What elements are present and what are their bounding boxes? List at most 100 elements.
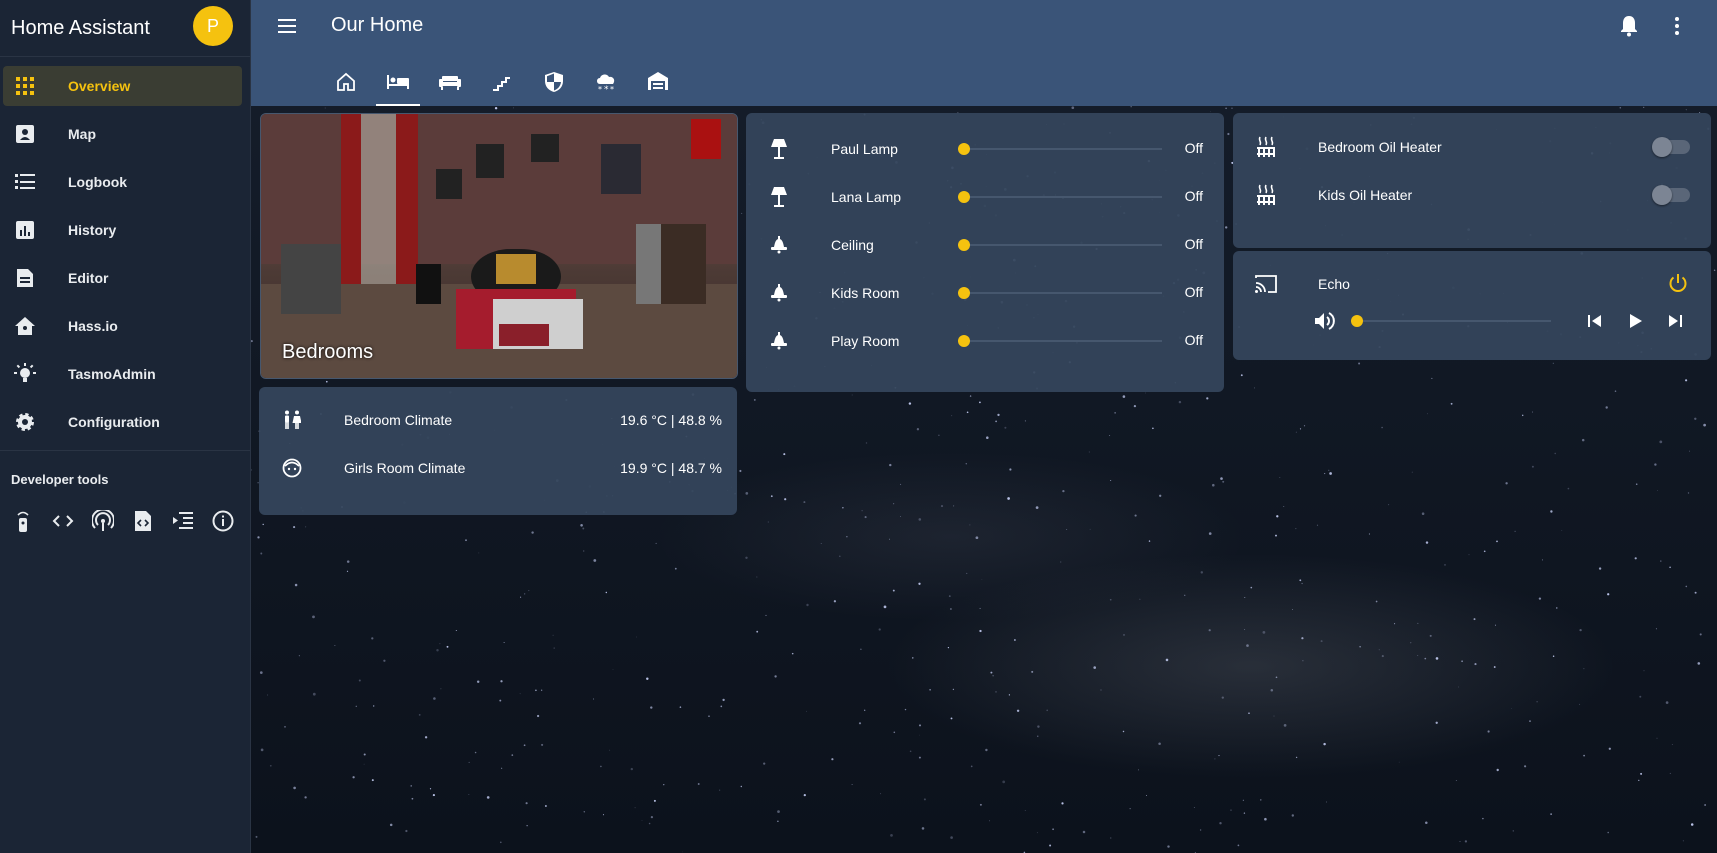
light-name: Lana Lamp bbox=[831, 189, 902, 205]
light-row[interactable]: Paul Lamp Off bbox=[767, 137, 1203, 161]
template-icon[interactable] bbox=[171, 509, 195, 533]
climate-card: Bedroom Climate 19.6 °C | 48.8 % Girls R… bbox=[259, 387, 737, 515]
garage-icon bbox=[647, 71, 669, 96]
brightness-slider-knob[interactable] bbox=[958, 287, 970, 299]
brightness-slider-knob[interactable] bbox=[958, 191, 970, 203]
stairs-icon bbox=[491, 71, 513, 98]
ceiling-light-icon bbox=[767, 233, 791, 257]
sidebar-item-label: Editor bbox=[68, 270, 109, 286]
power-icon[interactable] bbox=[1667, 272, 1689, 299]
sidebar-item-label: Configuration bbox=[68, 414, 160, 430]
svg-text:*: * bbox=[598, 85, 602, 93]
volume-icon[interactable] bbox=[1313, 310, 1335, 337]
media-header-row[interactable]: Echo bbox=[1254, 272, 1690, 296]
heaters-card: Bedroom Oil Heater Kids Oil Heater bbox=[1233, 113, 1711, 248]
tab-weather[interactable]: * * * bbox=[580, 60, 632, 106]
lightbulb-icon bbox=[13, 362, 37, 386]
media-player-card: Echo bbox=[1233, 251, 1711, 360]
more-options-icon[interactable] bbox=[1665, 14, 1689, 38]
sidebar-item-history[interactable]: History bbox=[3, 210, 242, 250]
face-icon bbox=[280, 456, 304, 480]
sofa-icon bbox=[438, 71, 462, 96]
map-pin-icon bbox=[13, 122, 37, 146]
brightness-slider[interactable] bbox=[964, 340, 1162, 342]
avatar[interactable]: P bbox=[193, 6, 233, 46]
light-row[interactable]: Kids Room Off bbox=[767, 281, 1203, 305]
climate-value: 19.6 °C | 48.8 % bbox=[620, 412, 722, 428]
brightness-slider-knob[interactable] bbox=[958, 335, 970, 347]
light-row[interactable]: Lana Lamp Off bbox=[767, 185, 1203, 209]
tab-bedroom[interactable] bbox=[372, 60, 424, 106]
sidebar-item-tasmoadmin[interactable]: TasmoAdmin bbox=[3, 354, 242, 394]
tab-garage[interactable] bbox=[632, 60, 684, 106]
human-male-female-icon bbox=[280, 408, 304, 432]
brightness-slider[interactable] bbox=[964, 244, 1162, 246]
climate-name: Girls Room Climate bbox=[344, 460, 466, 476]
cast-icon bbox=[1254, 272, 1278, 296]
tab-stairs[interactable] bbox=[476, 60, 528, 106]
light-row[interactable]: Play Room Off bbox=[767, 329, 1203, 353]
ceiling-light-icon bbox=[767, 281, 791, 305]
shield-icon bbox=[544, 71, 564, 98]
brightness-slider[interactable] bbox=[964, 196, 1162, 198]
dashboard-view: Bedrooms Bedroom Climate 19.6 °C | 48.8 … bbox=[251, 106, 1717, 853]
ceiling-light-icon bbox=[767, 329, 791, 353]
tab-security[interactable] bbox=[528, 60, 580, 106]
remote-icon[interactable] bbox=[11, 509, 35, 533]
brightness-slider-knob[interactable] bbox=[958, 143, 970, 155]
file-code-icon[interactable] bbox=[131, 509, 155, 533]
list-icon bbox=[13, 170, 37, 194]
tab-living-room[interactable] bbox=[424, 60, 476, 106]
menu-icon[interactable] bbox=[275, 14, 299, 38]
heater-toggle[interactable] bbox=[1652, 137, 1690, 157]
volume-slider[interactable] bbox=[1357, 320, 1551, 322]
broadcast-icon[interactable] bbox=[91, 509, 115, 533]
tab-home[interactable] bbox=[320, 60, 372, 106]
page-title: Our Home bbox=[331, 14, 424, 36]
info-icon[interactable] bbox=[211, 509, 235, 533]
brightness-slider[interactable] bbox=[964, 292, 1162, 294]
lights-card: Paul Lamp Off Lana Lamp Off Ceiling Off Kids R… bbox=[746, 113, 1224, 392]
sidebar-item-configuration[interactable]: Configuration bbox=[3, 402, 242, 442]
view-tabs: * * * bbox=[320, 60, 684, 106]
climate-row[interactable]: Bedroom Climate 19.6 °C | 48.8 % bbox=[280, 408, 722, 432]
heater-row[interactable]: Bedroom Oil Heater bbox=[1254, 135, 1690, 159]
app-header: Our Home * * * bbox=[251, 0, 1717, 106]
climate-row[interactable]: Girls Room Climate 19.9 °C | 48.7 % bbox=[280, 456, 722, 480]
sidebar-item-map[interactable]: Map bbox=[3, 114, 242, 154]
home-assistant-icon bbox=[13, 314, 37, 338]
picture-card-bedrooms[interactable]: Bedrooms bbox=[260, 113, 738, 379]
notifications-bell-icon[interactable] bbox=[1617, 14, 1641, 38]
app-title: Home Assistant bbox=[11, 16, 150, 39]
light-state: Off bbox=[1184, 332, 1203, 348]
code-icon[interactable] bbox=[51, 509, 75, 533]
light-name: Kids Room bbox=[831, 285, 900, 301]
sidebar-item-editor[interactable]: Editor bbox=[3, 258, 242, 298]
volume-slider-knob[interactable] bbox=[1351, 315, 1363, 327]
sidebar-item-label: History bbox=[68, 222, 117, 238]
skip-previous-icon[interactable] bbox=[1585, 310, 1605, 337]
sidebar-item-logbook[interactable]: Logbook bbox=[3, 162, 242, 202]
heater-row[interactable]: Kids Oil Heater bbox=[1254, 183, 1690, 207]
light-state: Off bbox=[1184, 140, 1203, 156]
brightness-slider-knob[interactable] bbox=[958, 239, 970, 251]
gear-icon bbox=[13, 410, 37, 434]
sidebar-item-label: TasmoAdmin bbox=[68, 366, 156, 382]
svg-text:*: * bbox=[610, 85, 614, 93]
brightness-slider[interactable] bbox=[964, 148, 1162, 150]
sidebar-item-label: Overview bbox=[68, 78, 131, 94]
climate-name: Bedroom Climate bbox=[344, 412, 453, 428]
light-state: Off bbox=[1184, 188, 1203, 204]
bed-icon bbox=[386, 71, 410, 98]
light-row[interactable]: Ceiling Off bbox=[767, 233, 1203, 257]
sidebar-item-overview[interactable]: Overview bbox=[3, 66, 242, 106]
light-state: Off bbox=[1184, 236, 1203, 252]
heater-name: Kids Oil Heater bbox=[1318, 187, 1413, 203]
skip-next-icon[interactable] bbox=[1665, 310, 1685, 337]
play-icon[interactable] bbox=[1625, 310, 1645, 337]
sidebar-item-hassio[interactable]: Hass.io bbox=[3, 306, 242, 346]
sidebar-item-label: Map bbox=[68, 126, 96, 142]
chart-icon bbox=[13, 218, 37, 242]
sidebar-item-label: Hass.io bbox=[68, 318, 118, 334]
heater-toggle[interactable] bbox=[1652, 185, 1690, 205]
